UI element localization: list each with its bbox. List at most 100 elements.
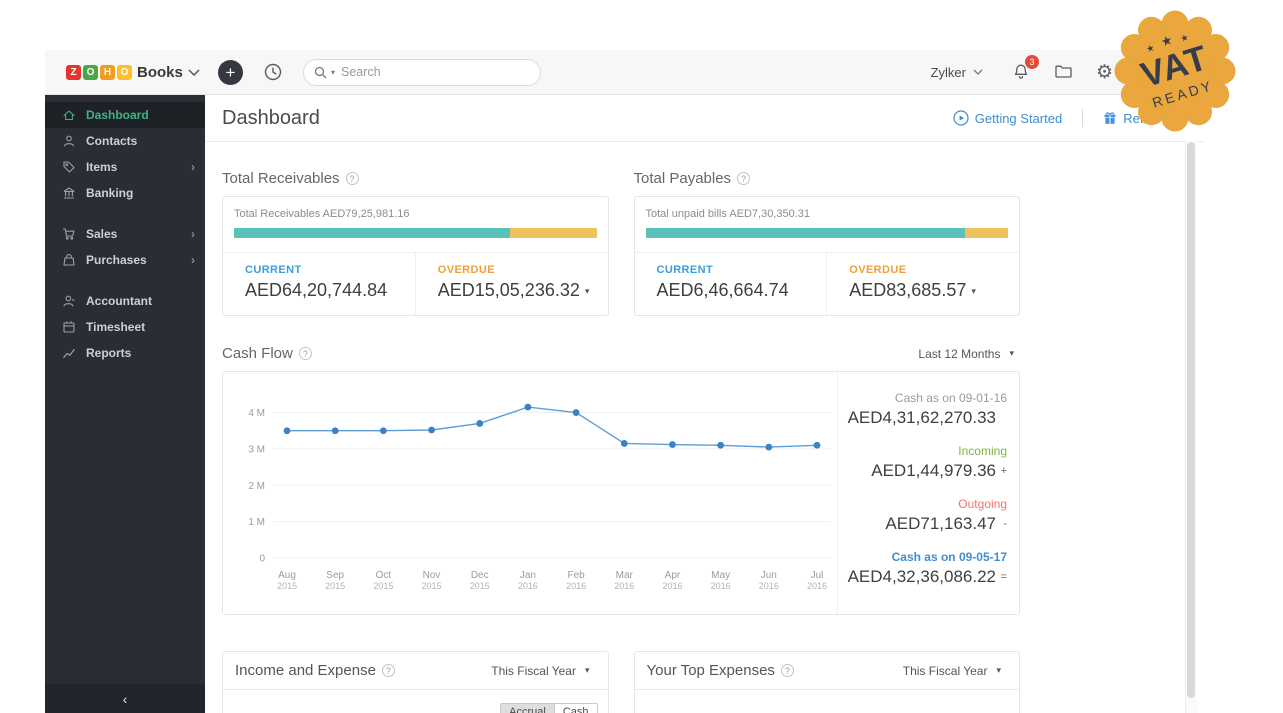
svg-text:Jul: Jul (811, 570, 824, 581)
sidebar-item-items[interactable]: Items › (45, 154, 205, 180)
receivables-bar-block: Total Receivables AED79,25,981.16 (223, 197, 608, 253)
documents-button[interactable] (1053, 62, 1074, 82)
section-title: Total Receivables ? (222, 170, 609, 187)
card-title: Your Top Expenses ? (647, 662, 794, 679)
getting-started-link[interactable]: Getting Started (947, 109, 1068, 127)
org-chevron-down-icon (188, 68, 200, 76)
cash-toggle-button[interactable]: Cash (553, 703, 598, 713)
vat-ready-badge: ★ ★ ★ VAT READY (1105, 1, 1245, 135)
receivables-overdue-dropdown[interactable]: OVERDUE AED15,05,236.32 ▾ (414, 253, 608, 315)
cashflow-chart-area: 01 M2 M3 M4 M Aug 2015 Sep 2015 Oct 2015 Nov 201… (223, 372, 837, 614)
help-icon[interactable]: ? (780, 664, 794, 677)
total-receivables-card: Total Receivables AED79,25,981.16 CURREN… (222, 196, 609, 316)
svg-text:1 M: 1 M (248, 517, 265, 528)
user-name: Zylker (930, 64, 966, 80)
sidebar-item-sales[interactable]: Sales › (45, 221, 205, 247)
caret-down-icon: ▾ (996, 665, 1001, 675)
svg-text:Jun: Jun (761, 570, 777, 581)
total-payables-section: Total Payables ? Total unpaid bills AED7… (633, 170, 1021, 316)
app-window: Z O H O Books + ▾ Search Zylker 3 ⚙ Dash… (45, 50, 1205, 713)
sidebar-item-contacts[interactable]: Contacts (45, 128, 205, 154)
sidebar-item-banking[interactable]: Banking (45, 180, 205, 206)
current-amount: AED64,20,744.84 (245, 280, 388, 300)
getting-started-label: Getting Started (974, 110, 1063, 126)
org-user-menu[interactable]: Zylker (925, 64, 989, 81)
help-icon[interactable]: ? (298, 347, 312, 360)
sidebar-item-accountant[interactable]: Accountant (45, 288, 205, 314)
overdue-amount: AED83,685.57 ▾ (849, 280, 976, 300)
recent-history-button[interactable] (262, 61, 284, 83)
collapse-left-icon: ‹ (122, 690, 128, 707)
home-icon (62, 108, 76, 122)
help-icon[interactable]: ? (381, 664, 395, 677)
svg-text:May: May (711, 570, 730, 581)
sidebar-item-label: Dashboard (86, 108, 149, 122)
sidebar-item-purchases[interactable]: Purchases › (45, 247, 205, 273)
accounting-basis-toggle: Accrual Cash (223, 690, 608, 713)
card-title-label: Your Top Expenses (646, 662, 775, 679)
payables-kpis: CURRENT AED6,46,664.74 OVERDUE AED83,685… (635, 253, 1020, 315)
svg-text:Apr: Apr (665, 570, 681, 581)
folder-icon (1053, 62, 1074, 82)
top-expenses-header: Your Top Expenses ? This Fiscal Year ▾ (634, 652, 1019, 690)
bank-icon (62, 186, 76, 200)
cashflow-line-chart: 01 M2 M3 M4 MAug2015Sep2015Oct2015Nov201… (248, 403, 831, 591)
help-icon[interactable]: ? (345, 172, 359, 185)
accrual-toggle-button[interactable]: Accrual (500, 703, 554, 713)
section-title-label: Total Receivables (222, 170, 340, 187)
minus-operator-glyph: - (1003, 518, 1007, 530)
sidebar-item-reports[interactable]: Reports (45, 340, 205, 366)
svg-text:Feb: Feb (567, 570, 585, 581)
section-title-label: Total Payables (633, 170, 732, 187)
payables-current: CURRENT AED6,46,664.74 (635, 253, 827, 315)
bar-current-segment (234, 228, 510, 238)
outgoing-row: Outgoing AED71,163.47- (838, 497, 1007, 534)
receivables-progress-bar (234, 228, 597, 238)
svg-text:2016: 2016 (711, 581, 731, 591)
total-receivables-section: Total Receivables ? Total Receivables AE… (222, 170, 609, 316)
plus-operator-glyph: + (1000, 465, 1007, 477)
scrollbar-thumb[interactable] (1187, 142, 1195, 698)
sidebar-item-timesheet[interactable]: Timesheet (45, 314, 205, 340)
cashflow-range-dropdown[interactable]: Last 12 Months ▾ (912, 346, 1020, 362)
history-clock-icon (262, 61, 284, 83)
payables-overdue-dropdown[interactable]: OVERDUE AED83,685.57 ▾ (826, 253, 1019, 315)
zoho-books-logo[interactable]: Z O H O Books (45, 64, 205, 81)
bottom-cards-row: Income and Expense ? This Fiscal Year ▾ … (222, 651, 1020, 713)
quick-add-button[interactable]: + (218, 59, 243, 85)
sidebar-item-label: Accountant (86, 294, 152, 308)
income-expense-card: Income and Expense ? This Fiscal Year ▾ … (222, 651, 609, 713)
card-title: Income and Expense ? (235, 662, 395, 679)
sidebar-item-label: Contacts (86, 134, 138, 148)
section-title: Cash Flow ? (222, 345, 312, 362)
sidebar-collapse-button[interactable]: ‹ (45, 684, 205, 713)
top-expenses-range-dropdown[interactable]: This Fiscal Year ▾ (897, 663, 1007, 679)
help-icon[interactable]: ? (737, 172, 751, 185)
notifications-button[interactable]: 3 (1011, 55, 1039, 82)
svg-text:2016: 2016 (614, 581, 634, 591)
current-label: CURRENT (245, 264, 302, 276)
page-header: Dashboard Getting Started Refer (205, 95, 1205, 142)
page-title: Dashboard (222, 106, 320, 129)
income-expense-range-dropdown[interactable]: This Fiscal Year ▾ (485, 663, 595, 679)
bar-current-segment (645, 228, 965, 238)
receivables-summary-text: Total Receivables AED79,25,981.16 (234, 208, 410, 220)
chevron-right-icon: › (191, 253, 195, 267)
svg-text:Aug: Aug (278, 570, 296, 581)
section-title: Total Payables ? (634, 170, 1021, 187)
logo-tile: H (100, 64, 115, 80)
caret-down-icon: ▾ (584, 286, 590, 296)
svg-text:2015: 2015 (470, 581, 490, 591)
sidebar-item-label: Purchases (86, 253, 147, 267)
search-input[interactable] (339, 64, 530, 80)
cashflow-card: 01 M2 M3 M4 M Aug 2015 Sep 2015 Oct 2015 Nov 201… (222, 371, 1020, 615)
caret-down-icon: ▾ (971, 286, 976, 296)
sidebar-item-label: Timesheet (86, 320, 146, 334)
outgoing-amount: AED71,163.47- (885, 514, 1007, 533)
sidebar-item-dashboard[interactable]: Dashboard (45, 102, 205, 128)
overdue-label: OVERDUE (849, 264, 907, 276)
caret-down-icon: ▾ (584, 665, 590, 675)
search-box[interactable]: ▾ (303, 58, 541, 86)
svg-text:Mar: Mar (616, 570, 634, 581)
search-scope-caret-icon[interactable]: ▾ (331, 68, 335, 77)
